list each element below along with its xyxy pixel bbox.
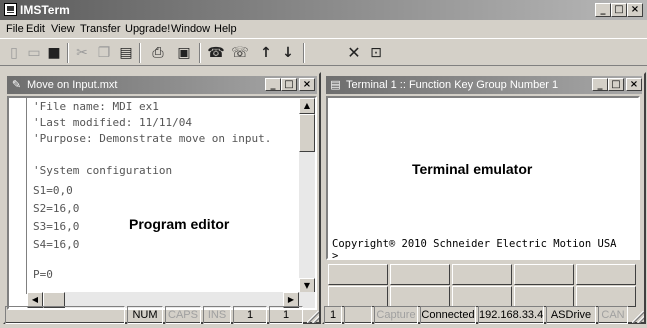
toolbar-separator <box>199 43 201 63</box>
scroll-up-icon[interactable]: ▲ <box>299 98 315 114</box>
toolbar-separator <box>139 43 141 63</box>
download-arrow-icon[interactable]: ↓ <box>278 43 298 63</box>
status-cell <box>344 306 372 324</box>
num-lock-indicator: NUM <box>127 306 163 324</box>
editor-pane[interactable]: 'File name: MDI ex1 'Last modified: 11/1… <box>7 96 317 310</box>
function-key[interactable] <box>514 286 574 307</box>
properties-icon[interactable]: ▣ <box>174 43 194 63</box>
close-icon[interactable]: × <box>627 3 643 17</box>
app-icon <box>4 3 17 16</box>
new-file-icon[interactable]: ▯ <box>4 43 24 63</box>
code-line[interactable]: 'Last modified: 11/11/04 <box>33 116 192 129</box>
toolbar-separator <box>67 43 69 63</box>
program-editor-callout: Program editor <box>129 216 230 232</box>
function-key[interactable] <box>452 286 512 307</box>
function-key[interactable] <box>328 264 388 285</box>
stop-square-icon[interactable]: ⊡ <box>366 43 386 63</box>
terminal-title: Terminal 1 :: Function Key Group Number … <box>346 79 559 91</box>
menu-window[interactable]: Window <box>171 23 210 35</box>
terminal-title-bar[interactable]: ▤ Terminal 1 :: Function Key Group Numbe… <box>326 76 642 94</box>
toolbar-separator <box>303 43 305 63</box>
terminal-prompt[interactable]: > <box>332 250 338 258</box>
save-icon[interactable]: ■ <box>44 43 64 63</box>
code-line[interactable]: P=0 <box>33 268 53 281</box>
disconnect-phone-icon[interactable]: ☏ <box>230 43 250 63</box>
terminal-number: 1 <box>324 306 342 324</box>
editor-gutter <box>9 98 27 294</box>
editor-window[interactable]: ✎ Move on Input.mxt _ □ × 'File name: MD… <box>3 72 321 324</box>
function-key[interactable] <box>390 286 450 307</box>
code-line[interactable]: S4=16,0 <box>33 238 79 251</box>
terminal-maximize-icon[interactable]: □ <box>608 78 624 91</box>
device-type: ASDrive <box>546 306 596 324</box>
menu-file[interactable]: File <box>6 23 24 35</box>
connection-status: Connected <box>420 306 476 324</box>
connect-phone-icon[interactable]: ☎ <box>206 43 226 63</box>
print-icon[interactable]: ⎙ <box>148 43 168 63</box>
function-key[interactable] <box>576 286 636 307</box>
editor-vertical-scrollbar[interactable]: ▲ ▼ <box>299 98 315 294</box>
menu-edit[interactable]: Edit <box>26 23 45 35</box>
insert-mode-indicator: INS <box>203 306 231 324</box>
code-line[interactable]: S2=16,0 <box>33 202 79 215</box>
function-key[interactable] <box>514 264 574 285</box>
function-key[interactable] <box>390 264 450 285</box>
code-line[interactable]: S3=16,0 <box>33 220 79 233</box>
editor-minimize-icon[interactable]: _ <box>265 78 281 91</box>
function-key[interactable] <box>576 264 636 285</box>
resize-grip-icon[interactable] <box>307 311 319 323</box>
function-key-grid <box>328 264 639 308</box>
terminal-icon: ▤ <box>330 78 341 91</box>
function-key[interactable] <box>452 264 512 285</box>
copy-icon[interactable]: ❐ <box>94 43 114 63</box>
code-line[interactable]: 'System configuration <box>33 164 172 177</box>
menu-bar: File Edit View Transfer Upgrade! Window … <box>0 20 647 38</box>
delete-x-icon[interactable]: ✕ <box>344 43 364 63</box>
scroll-thumb[interactable] <box>299 114 315 152</box>
menu-upgrade[interactable]: Upgrade! <box>125 23 170 35</box>
editor-maximize-icon[interactable]: □ <box>281 78 297 91</box>
capture-indicator: Capture <box>374 306 418 324</box>
editor-status-bar: NUM CAPS INS 1 1 <box>3 306 321 324</box>
function-key[interactable] <box>328 286 388 307</box>
menu-help[interactable]: Help <box>214 23 237 35</box>
status-cell <box>5 306 125 324</box>
cut-icon[interactable]: ✂ <box>72 43 92 63</box>
editor-close-icon[interactable]: × <box>299 78 315 91</box>
open-file-icon[interactable]: ▭ <box>24 43 44 63</box>
column-number: 1 <box>269 306 303 324</box>
line-number: 1 <box>233 306 267 324</box>
code-line[interactable]: 'Purpose: Demonstrate move on input. <box>33 132 271 145</box>
terminal-close-icon[interactable]: × <box>626 78 642 91</box>
editor-title-bar[interactable]: ✎ Move on Input.mxt _ □ × <box>7 76 317 94</box>
terminal-screen[interactable]: Copyright® 2010 Schneider Electric Motio… <box>326 96 640 260</box>
script-file-icon: ✎ <box>11 78 22 91</box>
app-title: IMSTerm <box>20 3 70 17</box>
caps-lock-indicator: CAPS <box>165 306 201 324</box>
minimize-icon[interactable]: _ <box>595 3 611 17</box>
ip-address: 192.168.33.4 <box>478 306 544 324</box>
paste-icon[interactable]: ▤ <box>116 43 136 63</box>
terminal-line: Copyright® 2010 Schneider Electric Motio… <box>332 238 617 250</box>
can-indicator: CAN <box>598 306 628 324</box>
code-line[interactable]: S1=0,0 <box>33 184 73 197</box>
menu-transfer[interactable]: Transfer <box>80 23 121 35</box>
resize-grip-icon[interactable] <box>632 311 644 323</box>
terminal-minimize-icon[interactable]: _ <box>592 78 608 91</box>
maximize-icon[interactable]: □ <box>611 3 627 17</box>
terminal-status-bar: 1 Capture Connected 192.168.33.4 ASDrive… <box>322 306 646 324</box>
app-title-bar[interactable]: IMSTerm _ □ × <box>0 0 647 20</box>
terminal-window[interactable]: ▤ Terminal 1 :: Function Key Group Numbe… <box>322 72 646 324</box>
terminal-emulator-callout: Terminal emulator <box>412 161 533 177</box>
code-line[interactable]: 'File name: MDI ex1 <box>33 100 159 113</box>
editor-title: Move on Input.mxt <box>27 79 118 91</box>
menu-view[interactable]: View <box>51 23 75 35</box>
upload-arrow-icon[interactable]: ↑ <box>256 43 276 63</box>
toolbar: ▯ ▭ ■ ✂ ❐ ▤ ⎙ ▣ ☎ ☏ ↑ ↓ ✕ ⊡ <box>0 38 647 66</box>
